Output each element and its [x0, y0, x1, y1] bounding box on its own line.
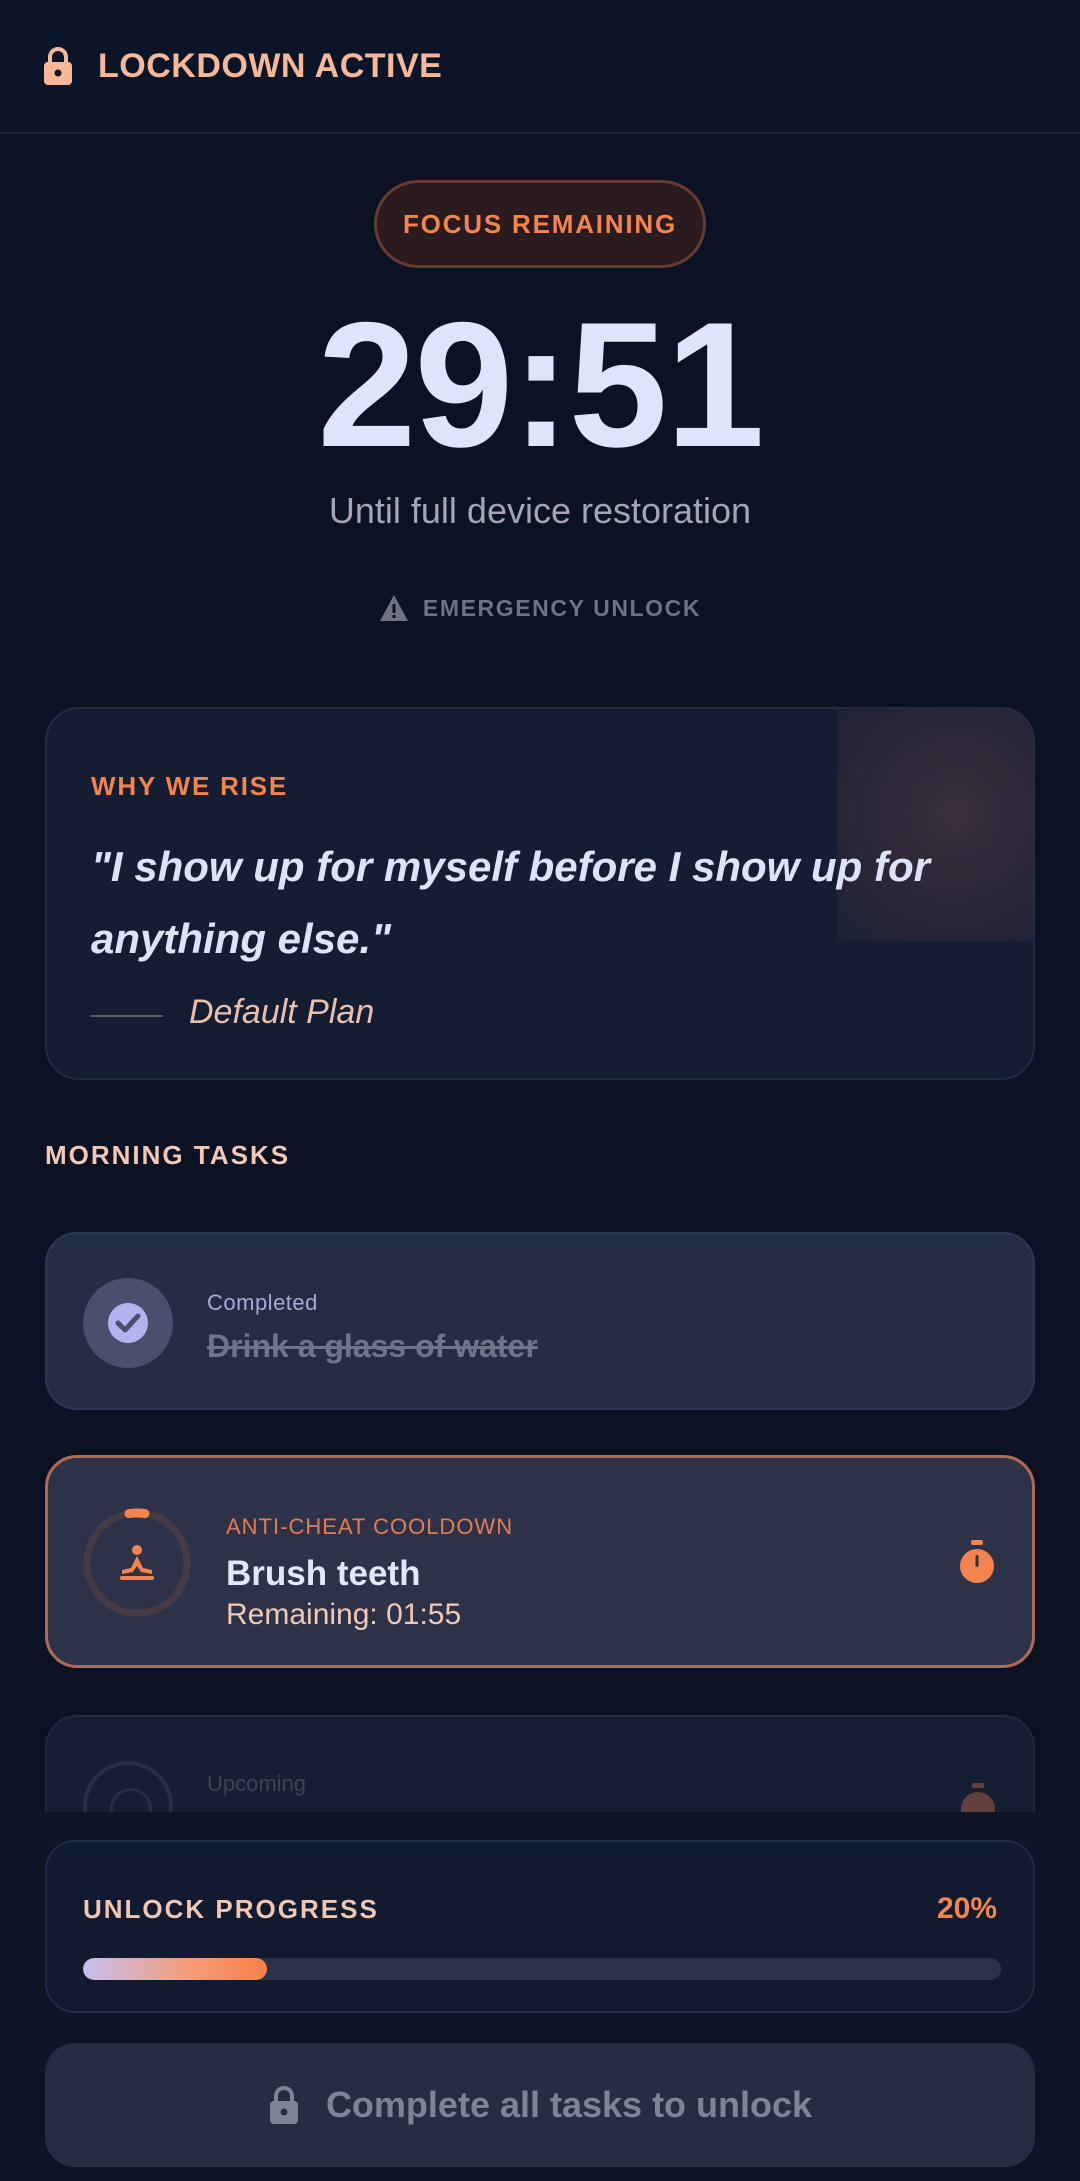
task-card-completed[interactable]: Completed Drink a glass of water	[45, 1232, 1035, 1410]
task-card-active[interactable]: ANTI-CHEAT COOLDOWN Brush teeth Remainin…	[45, 1455, 1035, 1668]
progress-label: UNLOCK PROGRESS	[83, 1894, 379, 1924]
progress-fill	[83, 1958, 267, 1980]
unlock-button[interactable]: Complete all tasks to unlock	[45, 2043, 1035, 2167]
task-status: ANTI-CHEAT COOLDOWN	[226, 1514, 514, 1539]
task-status: Upcoming	[207, 1771, 307, 1796]
lockdown-title: LOCKDOWN ACTIVE	[98, 46, 443, 85]
unlock-button-label: Complete all tasks to unlock	[325, 2084, 813, 2125]
progress-track	[83, 1958, 1001, 1980]
task-name: Drink a glass of water	[207, 1328, 538, 1364]
check-icon	[108, 1303, 148, 1343]
progress-percent: 20%	[936, 1892, 997, 1925]
lock-icon	[269, 2086, 298, 2124]
cooldown-progress-ring	[83, 1508, 191, 1617]
warning-icon	[379, 595, 408, 621]
emergency-unlock-label: EMERGENCY UNLOCK	[422, 594, 702, 621]
unlock-progress-card: UNLOCK PROGRESS 20%	[45, 1840, 1035, 2013]
quote-text: "I show up for myself before I show up f…	[91, 843, 930, 962]
motivation-card: WHY WE RISE "I show up for myself before…	[45, 707, 1035, 1080]
quote-label: WHY WE RISE	[91, 771, 289, 801]
lockdown-screen: LOCKDOWN ACTIVE FOCUS REMAINING 29:51 Un…	[0, 0, 1080, 2181]
meditation-icon	[120, 1545, 154, 1580]
attribution-divider	[91, 1015, 163, 1017]
completed-check-badge	[83, 1278, 173, 1368]
timer-subtitle: Until full device restoration	[328, 490, 752, 531]
focus-remaining-chip: FOCUS REMAINING	[374, 180, 706, 268]
emergency-unlock-button[interactable]: EMERGENCY UNLOCK	[0, 594, 1080, 622]
task-name: Brush teeth	[226, 1554, 421, 1593]
stopwatch-icon[interactable]	[958, 1540, 996, 1584]
tasks-section-title: MORNING TASKS	[45, 1140, 291, 1170]
countdown-timer: 29:51	[317, 285, 764, 484]
task-status: Completed	[207, 1290, 318, 1315]
top-bar: LOCKDOWN ACTIVE	[0, 0, 1080, 134]
quote-attribution: Default Plan	[189, 993, 375, 1031]
lock-icon	[44, 47, 72, 85]
task-remaining-time: Remaining: 01:55	[226, 1598, 462, 1631]
